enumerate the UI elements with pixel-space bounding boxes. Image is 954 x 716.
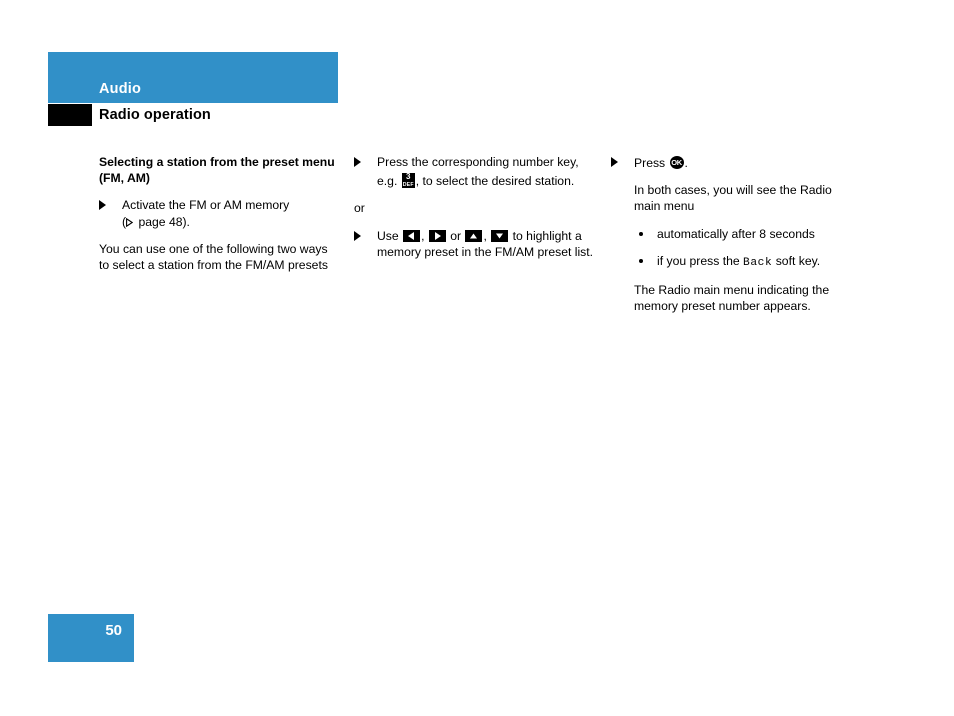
step-triangle-icon: [354, 230, 361, 241]
column-3: Press OK. In both cases, you will see th…: [611, 154, 847, 325]
back-soft-key-label: Back: [743, 256, 773, 269]
step-press-ok: Press OK.: [611, 154, 847, 171]
step-press-number-key: Press the corresponding number key, e.g.…: [354, 154, 594, 189]
step-press-ok-text-part1: Press: [634, 156, 669, 170]
arrow-down-key-icon: [491, 229, 509, 242]
column-3-paragraph-2: The Radio main menu indicating the memor…: [634, 283, 830, 314]
bullet-2-prefix: if you press the: [657, 253, 744, 268]
number-key-letters: DEF: [402, 182, 414, 189]
reference-triangle-icon: [126, 217, 134, 227]
bullet-2-suffix: soft key.: [772, 253, 821, 268]
page-footer-block: 50: [48, 614, 134, 662]
section-marker-block: [48, 104, 92, 126]
arrow-up-key-icon: [465, 229, 483, 242]
arrow-left-key-icon: [403, 229, 421, 242]
step-press-ok-text-part2: .: [684, 156, 688, 170]
ok-button-label: OK: [671, 158, 682, 167]
column-1-paragraph: You can use one of the following two way…: [99, 241, 328, 273]
arrow-right-key-icon: [428, 229, 446, 242]
arrow-sep-1: ,: [421, 228, 428, 243]
column-2: Press the corresponding number key, e.g.…: [354, 154, 594, 271]
arrow-sep-2: or: [446, 228, 465, 243]
section-title: Radio operation: [99, 107, 211, 123]
step-activate-memory-text: Activate the FM or AM memory: [122, 198, 290, 213]
ok-button-icon: OK: [669, 156, 684, 169]
page-reference-text: page 48).: [135, 214, 190, 229]
arrow-sep-3: ,: [483, 228, 491, 243]
step-triangle-icon: [354, 157, 361, 167]
page-number: 50: [105, 622, 122, 639]
step-press-number-key-text-part2: , to select the desired station.: [415, 174, 575, 189]
step-triangle-icon: [99, 200, 106, 211]
step-use-arrow-keys-text-part1: Use: [377, 228, 403, 243]
column-3-paragraph-1: In both cases, you will see the Radio ma…: [634, 183, 832, 214]
or-separator: or: [354, 201, 365, 216]
column-1: Selecting a station from the preset menu…: [99, 154, 339, 284]
list-item: if you press the Back soft key.: [611, 253, 847, 271]
number-key-digit: 3: [405, 173, 411, 182]
bullet-1-text: automatically after 8 seconds: [657, 226, 815, 241]
chapter-header-banner: Audio: [48, 52, 338, 103]
column-1-subheading: Selecting a station from the preset menu…: [99, 155, 335, 186]
bullet-dot-icon: [639, 258, 643, 263]
step-triangle-icon: [611, 157, 618, 167]
bullet-dot-icon: [639, 231, 643, 236]
step-use-arrow-keys: Use , or , to highlight a memory preset …: [354, 228, 594, 260]
number-key-3-icon: 3 DEF: [401, 173, 415, 189]
list-item: automatically after 8 seconds: [611, 226, 847, 242]
chapter-title: Audio: [99, 81, 142, 97]
step-activate-memory: Activate the FM or AM memory ( page 48).: [99, 197, 339, 229]
